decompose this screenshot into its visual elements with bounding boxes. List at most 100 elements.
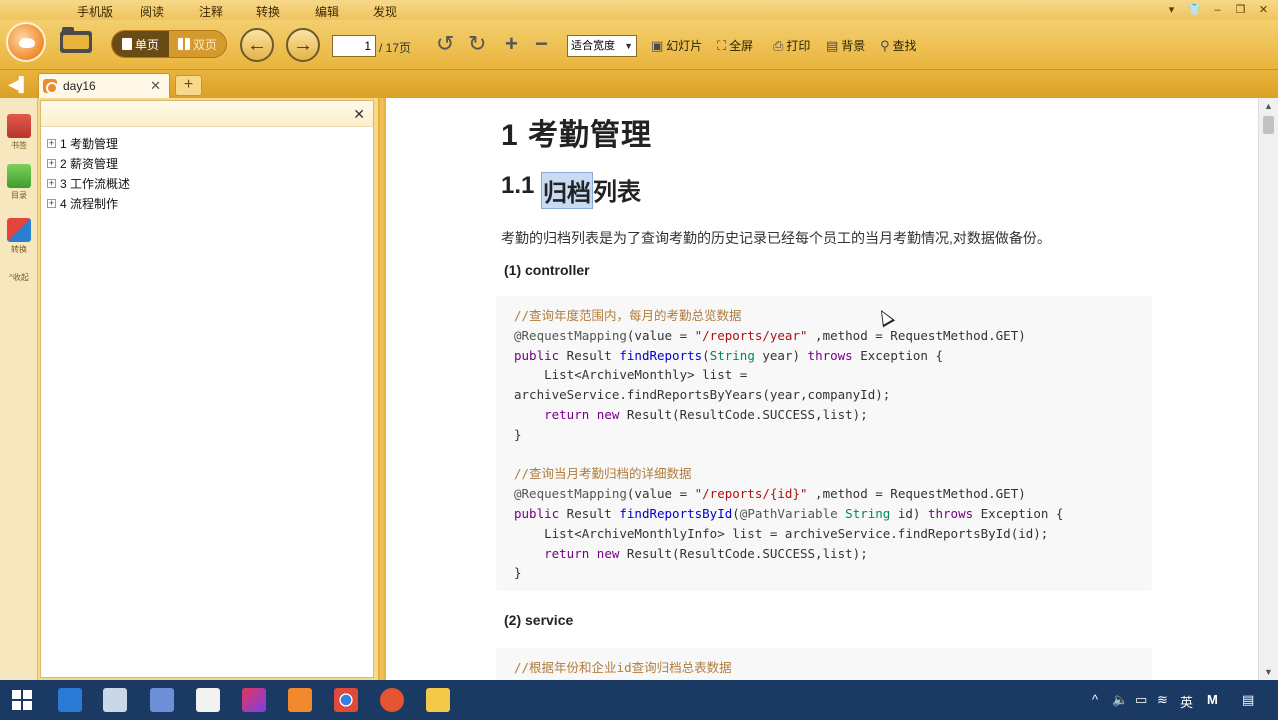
- double-page-button[interactable]: 双页: [169, 31, 226, 57]
- typora-icon[interactable]: [196, 688, 220, 712]
- outline-item-label: 1 考勤管理: [60, 136, 119, 151]
- rail-bookmark-label: 书签: [11, 141, 27, 150]
- prev-page-button[interactable]: ←: [240, 28, 274, 62]
- menu-discover[interactable]: 发现: [373, 3, 397, 20]
- pdf-reader-icon[interactable]: [288, 688, 312, 712]
- collapse-panel-icon[interactable]: ◀▌: [8, 76, 29, 93]
- heading-2-prefix: 1.1: [501, 172, 542, 199]
- fullscreen-label: 全屏: [729, 39, 754, 53]
- outline-item[interactable]: + 4 流程制作: [47, 193, 130, 213]
- file-explorer-icon[interactable]: [426, 688, 450, 712]
- outline-item-label: 2 薪资管理: [60, 156, 119, 171]
- zoom-in-icon[interactable]: +: [505, 33, 518, 55]
- app-window-icon[interactable]: [103, 688, 127, 712]
- expand-icon[interactable]: +: [47, 138, 56, 148]
- app-logo-icon[interactable]: [6, 22, 46, 62]
- expand-icon[interactable]: +: [47, 198, 56, 208]
- notification-icon[interactable]: ▤: [1242, 692, 1254, 708]
- print-button[interactable]: ⎙ 打印: [773, 37, 810, 54]
- section-service: (2) service: [504, 612, 574, 628]
- restore-icon[interactable]: ❐: [1232, 1, 1249, 18]
- rotate-left-icon[interactable]: ↺: [436, 33, 454, 55]
- dropdown-icon[interactable]: ▾: [1163, 1, 1180, 18]
- close-icon[interactable]: ✕: [1255, 1, 1272, 18]
- scroll-up-icon[interactable]: ▲: [1264, 101, 1273, 111]
- single-page-icon: [121, 38, 132, 50]
- code-block-controller: //查询年度范围内，每月的考勤总览数据 @RequestMapping(valu…: [496, 296, 1152, 591]
- pen-tool-icon[interactable]: [380, 688, 404, 712]
- open-folder-icon[interactable]: [60, 27, 92, 53]
- code-line: public Result findReports(String year) t…: [514, 347, 944, 363]
- outline-item[interactable]: + 1 考勤管理: [47, 133, 130, 153]
- tab-title: day16: [63, 79, 96, 93]
- double-page-label: 双页: [192, 37, 217, 52]
- scroll-down-icon[interactable]: ▼: [1264, 667, 1273, 677]
- code-line: //根据年份和企业id查询归档总表数据: [514, 660, 732, 675]
- rail-convert[interactable]: 转换: [4, 218, 34, 255]
- find-button[interactable]: ⚲ 查找: [880, 37, 917, 54]
- fullscreen-button[interactable]: ⛶ 全屏: [717, 37, 753, 54]
- rail-outline-label: 目录: [11, 191, 27, 200]
- menu-edit[interactable]: 编辑: [315, 3, 339, 20]
- rail-outline[interactable]: 目录: [4, 164, 34, 201]
- ime-language[interactable]: 英: [1180, 692, 1193, 711]
- zoom-select[interactable]: 适合宽度: [567, 35, 637, 57]
- outline-item[interactable]: + 3 工作流概述: [47, 173, 130, 193]
- outline-tree: + 1 考勤管理 + 2 薪资管理 + 3 工作流概述 + 4 流程制作: [47, 133, 130, 213]
- page-number-input[interactable]: 1: [332, 35, 376, 57]
- bookmark-icon: [7, 114, 31, 138]
- minimize-icon[interactable]: –: [1209, 1, 1226, 18]
- document-viewport: 1 考勤管理 1.1 归档 列表 考勤的归档列表是为了查询考勤的历史记录已经每个…: [386, 98, 1278, 680]
- code-line: }: [514, 426, 522, 442]
- tray-chevron-icon[interactable]: ^: [1092, 692, 1098, 707]
- code-line: List<ArchiveMonthlyInfo> list = archiveS…: [514, 525, 1049, 541]
- rail-convert-label: 转换: [11, 245, 27, 254]
- panel-splitter[interactable]: [378, 98, 386, 680]
- scroll-thumb[interactable]: [1263, 116, 1274, 134]
- document-page: 1 考勤管理 1.1 归档 列表 考勤的归档列表是为了查询考勤的历史记录已经每个…: [386, 98, 1258, 680]
- slideshow-icon: ▣: [651, 37, 664, 53]
- print-label: 打印: [786, 39, 811, 53]
- dolphin-icon[interactable]: [150, 688, 174, 712]
- battery-icon[interactable]: ▭: [1135, 692, 1147, 708]
- menu-annotate[interactable]: 注释: [199, 3, 223, 20]
- selected-text[interactable]: 归档: [541, 172, 594, 209]
- background-label: 背景: [841, 39, 866, 53]
- intellij-icon[interactable]: [242, 688, 266, 712]
- slideshow-button[interactable]: ▣ 幻灯片: [651, 37, 702, 54]
- rail-bookmark[interactable]: 书签: [4, 114, 34, 151]
- new-tab-button[interactable]: +: [175, 75, 202, 96]
- vscode-icon[interactable]: [58, 688, 82, 712]
- outline-item[interactable]: + 2 薪资管理: [47, 153, 130, 173]
- fullscreen-icon: ⛶: [717, 37, 727, 53]
- slideshow-label: 幻灯片: [666, 39, 703, 53]
- menu-convert[interactable]: 转换: [256, 3, 280, 20]
- windows-start-icon[interactable]: [12, 690, 32, 710]
- heading-2: 1.1 归档 列表: [501, 172, 641, 209]
- expand-icon[interactable]: +: [47, 158, 56, 168]
- volume-icon[interactable]: 🔈: [1112, 692, 1128, 708]
- zoom-out-icon[interactable]: −: [535, 33, 548, 55]
- menu-read[interactable]: 阅读: [140, 3, 164, 20]
- outline-item-label: 4 流程制作: [60, 196, 119, 211]
- wifi-icon[interactable]: ≋: [1157, 692, 1168, 708]
- outline-item-label: 3 工作流概述: [60, 176, 131, 191]
- chrome-icon[interactable]: [334, 688, 358, 712]
- tab-day16[interactable]: day16 ✕: [38, 73, 170, 98]
- background-button[interactable]: ▤ 背景: [826, 37, 865, 54]
- next-page-button[interactable]: →: [286, 28, 320, 62]
- menu-mobile[interactable]: 手机版: [77, 3, 113, 20]
- single-page-label: 单页: [134, 37, 159, 52]
- ime-mode[interactable]: M: [1207, 692, 1218, 707]
- tab-close-icon[interactable]: ✕: [150, 78, 161, 94]
- rail-collapse[interactable]: ^收起: [4, 272, 34, 283]
- rotate-right-icon[interactable]: ↻: [468, 33, 486, 55]
- expand-icon[interactable]: +: [47, 178, 56, 188]
- panel-close-icon[interactable]: ✕: [353, 106, 365, 123]
- skin-icon[interactable]: 👕: [1186, 1, 1203, 18]
- left-rail: 书签 目录 转换 ^收起: [0, 98, 38, 680]
- single-page-button[interactable]: 单页: [112, 31, 169, 57]
- page-mode-toggle: 单页 双页: [111, 30, 227, 58]
- vertical-scrollbar[interactable]: ▲ ▼: [1258, 98, 1278, 680]
